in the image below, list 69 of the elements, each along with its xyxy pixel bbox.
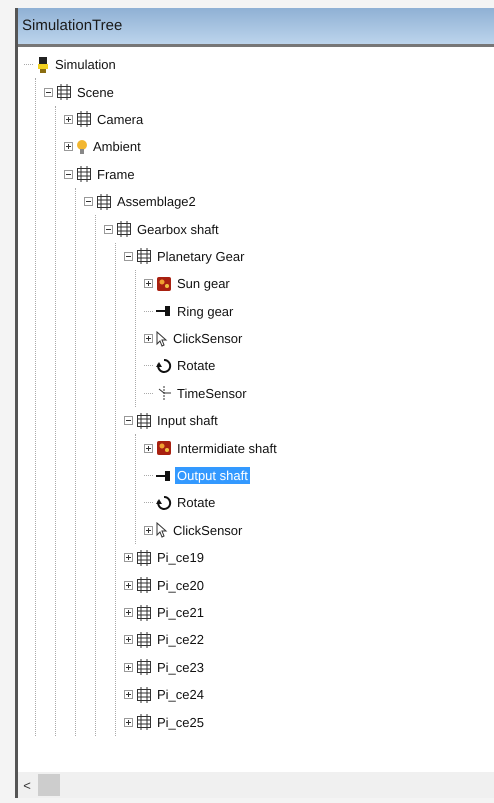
expand-icon[interactable] [124,662,133,672]
frame-icon [76,166,92,182]
window-title: SimulationTree [18,8,494,47]
expand-icon[interactable] [124,580,133,590]
frame-icon [136,714,152,730]
pointer-icon [156,522,168,538]
tree-item[interactable]: ClickSensor [171,522,244,539]
light-bulb-icon [76,138,88,155]
frame-icon [136,604,152,620]
tree-item[interactable]: Scene [75,84,116,101]
collapse-icon[interactable] [104,224,113,234]
rotate-icon [156,494,172,511]
frame-icon [116,221,132,238]
collapse-icon[interactable] [124,252,133,261]
frame-icon [136,659,152,676]
tree-item[interactable]: Camera [95,110,146,128]
frame-icon [136,412,152,429]
tree-item[interactable]: Simulation [53,56,118,74]
tree-item[interactable]: Assemblage2 [115,193,198,210]
collapse-icon[interactable] [44,88,53,97]
part-icon [156,276,172,292]
tree-item[interactable]: Pi_ce24 [155,686,206,704]
expand-icon[interactable] [124,608,133,617]
tree-item[interactable]: Rotate [175,494,218,512]
tree-item[interactable]: Pi_ce20 [155,576,206,594]
expand-icon[interactable] [64,114,73,124]
frame-icon [136,632,152,648]
scrollbar-thumb[interactable] [38,774,60,796]
tree-item[interactable]: Frame [95,166,137,183]
tree-item[interactable]: Pi_ce25 [155,714,206,731]
expand-icon[interactable] [144,526,153,535]
expand-icon[interactable] [144,444,153,453]
tree-item[interactable]: Pi_ce21 [155,604,206,621]
frame-icon [96,194,112,210]
frame-icon [136,550,152,566]
frame-icon [136,248,152,264]
expand-icon[interactable] [144,334,153,344]
frame-icon [76,111,92,128]
pointer-icon [156,330,168,347]
expand-icon[interactable] [124,690,133,700]
tree-item[interactable]: Rotate [175,357,218,374]
expand-icon[interactable] [124,635,133,644]
tree-item[interactable]: TimeSensor [175,384,249,402]
tree-item[interactable]: Pi_ce22 [155,631,206,648]
tree-item[interactable]: Input shaft [155,412,220,430]
tree-item[interactable]: Intermidiate shaft [175,440,279,457]
tree-item[interactable]: Gearbox shaft [135,220,221,238]
expand-icon[interactable] [144,279,153,288]
tree-item[interactable]: Ring gear [175,302,236,320]
collapse-icon[interactable] [64,170,73,179]
frame-icon [136,686,152,703]
timer-icon [156,385,172,402]
bulb-icon [36,56,50,73]
part-icon [156,440,172,456]
tree-item[interactable]: Planetary Gear [155,248,246,265]
tree-item[interactable]: Pi_ce19 [155,549,206,566]
frame-icon [56,84,72,100]
expand-icon[interactable] [124,553,133,562]
tree-item[interactable]: Pi_ce23 [155,658,206,676]
horizontal-scrollbar[interactable]: < [18,772,494,798]
expand-icon[interactable] [64,142,73,152]
frame-icon [136,577,152,594]
collapse-icon[interactable] [124,416,133,426]
tree-item[interactable]: Sun gear [175,275,232,292]
collapse-icon[interactable] [84,197,93,206]
rotate-icon [156,358,172,374]
expand-icon[interactable] [124,718,133,727]
tree-item[interactable]: Ambient [91,138,143,156]
tree-item[interactable]: ClickSensor [171,330,244,348]
